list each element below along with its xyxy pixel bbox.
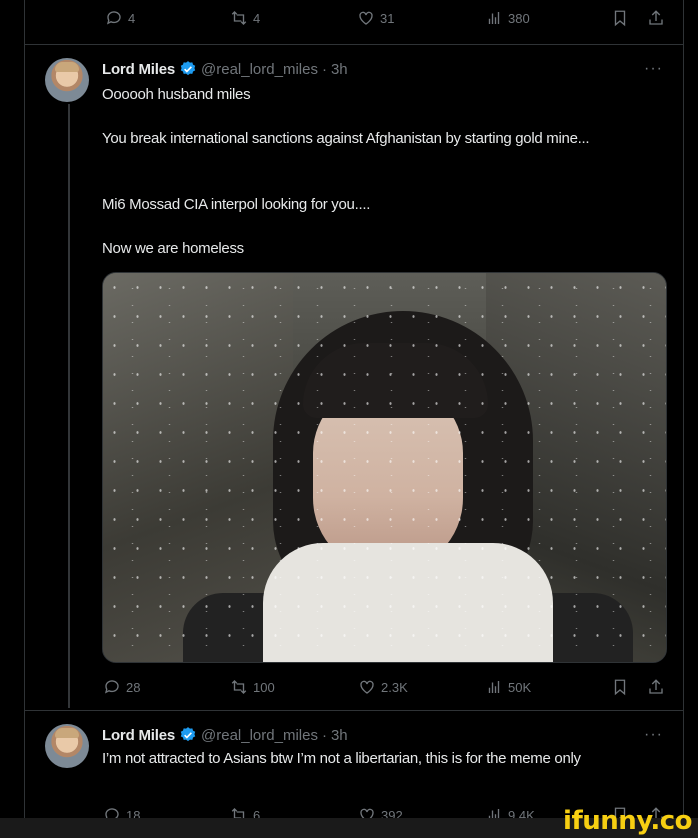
- reply-button[interactable]: 4: [105, 9, 135, 27]
- repost-count: 6: [253, 807, 261, 819]
- like-button[interactable]: 392: [358, 806, 403, 818]
- verified-badge-icon: [180, 61, 196, 76]
- ifunny-watermark-logo: ifunny.co: [563, 806, 692, 836]
- views-button[interactable]: 50K: [485, 678, 531, 696]
- repost-icon: [231, 11, 247, 25]
- divider: [25, 710, 683, 711]
- like-button[interactable]: 31: [357, 9, 394, 27]
- tweet-header: Lord Miles @real_lord_miles · 3h: [102, 60, 348, 78]
- like-count: 31: [380, 10, 395, 26]
- reply-icon: [104, 680, 119, 694]
- views-button[interactable]: 9.4K: [485, 806, 535, 818]
- share-icon: [649, 679, 663, 694]
- tweet-text-line: Oooooh husband miles: [102, 86, 251, 103]
- tweet-header: Lord Miles @real_lord_miles · 3h: [102, 726, 348, 744]
- timestamp[interactable]: 3h: [331, 61, 348, 78]
- repost-icon: [231, 808, 245, 818]
- tweet-text-line: Mi6 Mossad CIA interpol looking for you.…: [102, 196, 371, 213]
- thread-line: [68, 104, 70, 708]
- tweet-text-line: You break international sanctions agains…: [102, 130, 590, 147]
- repost-button[interactable]: 4: [230, 9, 260, 27]
- views-button[interactable]: 380: [485, 9, 530, 27]
- bookmark-icon: [614, 10, 626, 27]
- display-name[interactable]: Lord Miles: [102, 727, 175, 744]
- repost-icon: [231, 680, 247, 694]
- tweet-text-line: Now we are homeless: [102, 240, 244, 257]
- like-button[interactable]: 2.3K: [358, 678, 408, 696]
- like-count: 2.3K: [381, 679, 408, 695]
- divider: [25, 44, 683, 45]
- like-count: 392: [381, 807, 403, 819]
- heart-icon: [360, 808, 374, 818]
- timestamp[interactable]: 3h: [331, 727, 348, 744]
- bookmark-button[interactable]: [611, 678, 629, 696]
- reply-count: 18: [126, 807, 141, 819]
- reply-button[interactable]: 18: [103, 806, 140, 818]
- reply-icon: [105, 808, 119, 818]
- repost-count: 100: [253, 679, 275, 695]
- handle[interactable]: @real_lord_miles: [201, 61, 318, 78]
- more-options-button[interactable]: ···: [644, 60, 663, 78]
- views-icon: [488, 681, 500, 693]
- views-icon: [488, 12, 500, 24]
- tweet-photo[interactable]: [102, 272, 667, 663]
- views-count: 9.4K: [508, 807, 535, 819]
- reply-button[interactable]: 28: [103, 678, 140, 696]
- reply-count: 4: [128, 10, 136, 26]
- handle[interactable]: @real_lord_miles: [201, 727, 318, 744]
- repost-button[interactable]: 100: [230, 678, 275, 696]
- avatar[interactable]: [45, 58, 89, 102]
- action-bar: 28 100 2.3K 50K: [25, 672, 683, 702]
- more-options-button[interactable]: ···: [644, 726, 663, 744]
- repost-button[interactable]: 6: [230, 806, 260, 818]
- heart-icon: [360, 680, 374, 694]
- separator: ·: [321, 60, 327, 78]
- display-name[interactable]: Lord Miles: [102, 61, 175, 78]
- reply-icon: [106, 11, 121, 25]
- bookmark-button[interactable]: [611, 9, 629, 27]
- views-count: 380: [508, 10, 530, 26]
- views-icon: [488, 809, 500, 818]
- avatar[interactable]: [45, 724, 89, 768]
- bookmark-icon: [614, 679, 626, 696]
- tweet-text: I’m not attracted to Asians btw I’m not …: [102, 750, 581, 767]
- heart-icon: [359, 11, 373, 25]
- reply-count: 28: [126, 679, 141, 695]
- share-button[interactable]: [647, 678, 665, 696]
- share-button[interactable]: [647, 9, 665, 27]
- separator: ·: [321, 726, 327, 744]
- views-count: 50K: [508, 679, 532, 695]
- tweet-thread: 4 4 31 380 Lord Miles @real_lord_miles ·…: [24, 0, 684, 818]
- action-bar: 4 4 31 380: [25, 3, 683, 33]
- verified-badge-icon: [180, 727, 196, 742]
- share-icon: [649, 10, 663, 25]
- repost-count: 4: [253, 10, 261, 26]
